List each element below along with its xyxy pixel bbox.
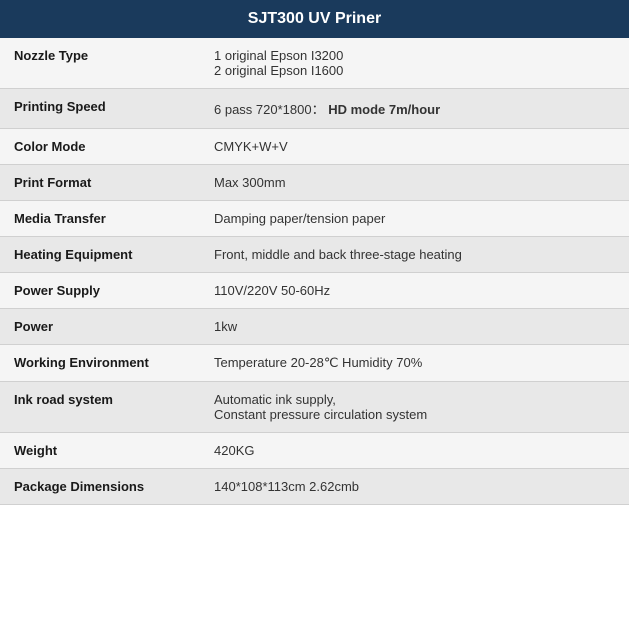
- spec-label: Media Transfer: [0, 201, 200, 237]
- spec-label: Color Mode: [0, 129, 200, 165]
- spec-label: Nozzle Type: [0, 38, 200, 89]
- table-row: Weight420KG: [0, 433, 629, 469]
- spec-label: Ink road system: [0, 382, 200, 433]
- spec-value: Automatic ink supply,Constant pressure c…: [200, 382, 629, 433]
- spec-label: Package Dimensions: [0, 469, 200, 505]
- spec-value: CMYK+W+V: [200, 129, 629, 165]
- spec-value: 1 original Epson I32002 original Epson I…: [200, 38, 629, 89]
- table-row: Printing Speed6 pass 720*1800： HD mode 7…: [0, 89, 629, 129]
- spec-value: Max 300mm: [200, 165, 629, 201]
- table-row: Working EnvironmentTemperature 20-28℃ Hu…: [0, 345, 629, 382]
- spec-value: 140*108*113cm 2.62cmb: [200, 469, 629, 505]
- spec-label: Working Environment: [0, 345, 200, 382]
- spec-label: Power: [0, 309, 200, 345]
- spec-value: Front, middle and back three-stage heati…: [200, 237, 629, 273]
- spec-label: Power Supply: [0, 273, 200, 309]
- spec-value: Temperature 20-28℃ Humidity 70%: [200, 345, 629, 382]
- table-title: SJT300 UV Priner: [0, 0, 629, 38]
- table-row: Color ModeCMYK+W+V: [0, 129, 629, 165]
- table-row: Print FormatMax 300mm: [0, 165, 629, 201]
- table-row: Power Supply110V/220V 50-60Hz: [0, 273, 629, 309]
- spec-label: Print Format: [0, 165, 200, 201]
- table-row: Media TransferDamping paper/tension pape…: [0, 201, 629, 237]
- spec-value: 420KG: [200, 433, 629, 469]
- spec-label: Weight: [0, 433, 200, 469]
- spec-label: Printing Speed: [0, 89, 200, 129]
- spec-value: 6 pass 720*1800： HD mode 7m/hour: [200, 89, 629, 129]
- spec-label: Heating Equipment: [0, 237, 200, 273]
- spec-value: Damping paper/tension paper: [200, 201, 629, 237]
- table-row: Nozzle Type1 original Epson I32002 origi…: [0, 38, 629, 89]
- table-row: Ink road systemAutomatic ink supply,Cons…: [0, 382, 629, 433]
- spec-value: 110V/220V 50-60Hz: [200, 273, 629, 309]
- spec-value-plain: 6 pass 720*1800：: [214, 102, 325, 117]
- specifications-table: Nozzle Type1 original Epson I32002 origi…: [0, 38, 629, 505]
- table-row: Package Dimensions140*108*113cm 2.62cmb: [0, 469, 629, 505]
- table-row: Power1kw: [0, 309, 629, 345]
- table-row: Heating EquipmentFront, middle and back …: [0, 237, 629, 273]
- spec-table-container: SJT300 UV Priner Nozzle Type1 original E…: [0, 0, 629, 505]
- spec-value-highlight: HD mode 7m/hour: [325, 102, 441, 117]
- spec-value: 1kw: [200, 309, 629, 345]
